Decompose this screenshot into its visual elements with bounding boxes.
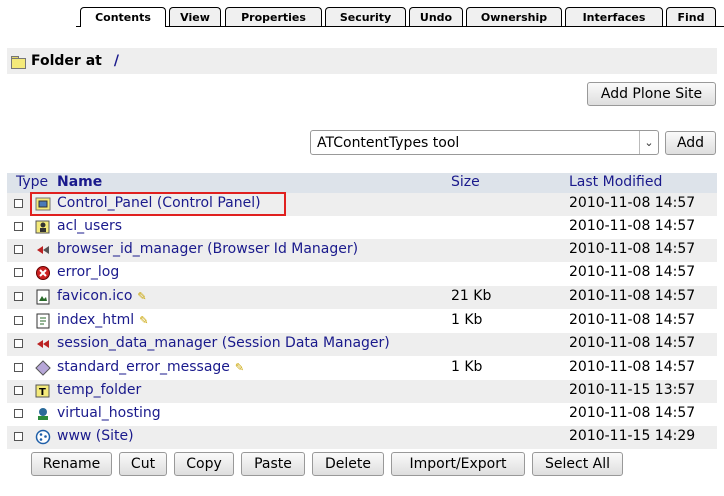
row-name-link[interactable]: virtual_hosting (57, 405, 161, 421)
row-modified: 2010-11-08 14:57 (569, 288, 696, 304)
copy-button[interactable]: Copy (174, 452, 234, 476)
dtml-document-icon (36, 313, 50, 329)
session-manager-icon (37, 340, 49, 348)
table-row: virtual_hosting 2010-11-08 14:57 (7, 403, 717, 426)
dtml-method-icon (35, 360, 51, 376)
row-checkbox[interactable] (14, 339, 23, 348)
add-plone-site-button[interactable]: Add Plone Site (587, 82, 716, 106)
svg-text:T: T (39, 387, 46, 398)
table-row: favicon.ico ✎ 21 Kb 2010-11-08 14:57 (7, 286, 717, 309)
tab-interfaces[interactable]: Interfaces (565, 7, 663, 26)
table-header: Type Name Size Last Modified (7, 173, 717, 193)
row-name-link[interactable]: www (Site) (57, 428, 134, 444)
row-name-link[interactable]: index_html ✎ (57, 312, 148, 328)
row-name-link[interactable]: acl_users (57, 218, 122, 234)
virtual-hosting-icon (38, 408, 48, 420)
row-checkbox[interactable] (14, 222, 23, 231)
row-name-text: standard_error_message (57, 359, 230, 375)
add-type-select[interactable]: ATContentTypes tool ⌄ (310, 130, 659, 155)
row-size: 1 Kb (451, 312, 483, 328)
folder-label: Folder at (31, 53, 102, 69)
row-modified: 2010-11-15 14:29 (569, 428, 696, 444)
row-checkbox[interactable] (14, 199, 23, 208)
row-name-link[interactable]: Control_Panel (Control Panel) (57, 195, 261, 211)
table-row: T temp_folder 2010-11-15 13:57 (7, 380, 717, 403)
row-modified: 2010-11-08 14:57 (569, 335, 696, 351)
id-manager-icon (37, 246, 49, 254)
table-row: standard_error_message ✎ 1 Kb 2010-11-08 … (7, 357, 717, 380)
row-checkbox[interactable] (14, 245, 23, 254)
cut-button[interactable]: Cut (119, 452, 167, 476)
row-modified: 2010-11-08 14:57 (569, 264, 696, 280)
row-modified: 2010-11-08 14:57 (569, 218, 696, 234)
header-type[interactable]: Type (16, 174, 48, 190)
table-row: index_html ✎ 1 Kb 2010-11-08 14:57 (7, 310, 717, 333)
row-name-link[interactable]: browser_id_manager (Browser Id Manager) (57, 241, 358, 257)
header-name[interactable]: Name (57, 174, 102, 190)
row-checkbox[interactable] (14, 268, 23, 277)
row-modified: 2010-11-08 14:57 (569, 405, 696, 421)
rename-button[interactable]: Rename (31, 452, 112, 476)
row-name-text: index_html (57, 312, 135, 328)
row-name-link[interactable]: error_log (57, 264, 119, 280)
row-name-text: favicon.ico (57, 288, 133, 304)
tab-find[interactable]: Find (666, 7, 716, 26)
table-row: browser_id_manager (Browser Id Manager) … (7, 239, 717, 262)
row-name-link[interactable]: favicon.ico ✎ (57, 288, 147, 304)
table-row: session_data_manager (Session Data Manag… (7, 333, 717, 356)
user-folder-icon (35, 220, 50, 234)
error-log-icon (36, 266, 50, 280)
row-size: 1 Kb (451, 359, 483, 375)
table-row: acl_users 2010-11-08 14:57 (7, 216, 717, 239)
tab-baseline (76, 26, 724, 27)
table-row: Control_Panel (Control Panel) 2010-11-08… (7, 193, 717, 216)
row-name-link[interactable]: session_data_manager (Session Data Manag… (57, 335, 390, 351)
select-all-button[interactable]: Select All (532, 452, 623, 476)
tab-security[interactable]: Security (325, 7, 406, 26)
header-last-modified[interactable]: Last Modified (569, 174, 662, 190)
row-checkbox[interactable] (14, 363, 23, 372)
row-modified: 2010-11-08 14:57 (569, 241, 696, 257)
pencil-icon: ✎ (234, 361, 245, 374)
chevron-down-icon: ⌄ (639, 131, 658, 154)
pencil-icon: ✎ (139, 314, 149, 327)
folder-path-link[interactable]: / (114, 53, 119, 69)
temp-folder-icon: T (35, 384, 50, 398)
add-type-select-value: ATContentTypes tool (317, 134, 460, 151)
tab-contents[interactable]: Contents (80, 7, 166, 27)
row-checkbox[interactable] (14, 316, 23, 325)
row-modified: 2010-11-08 14:57 (569, 359, 696, 375)
import-export-button[interactable]: Import/Export (391, 452, 525, 476)
add-button[interactable]: Add (665, 131, 716, 155)
folder-icon (11, 55, 26, 69)
tab-properties[interactable]: Properties (225, 7, 322, 26)
row-checkbox[interactable] (14, 292, 23, 301)
tab-ownership[interactable]: Ownership (466, 7, 562, 26)
pencil-icon: ✎ (137, 290, 147, 303)
paste-button[interactable]: Paste (241, 452, 305, 476)
row-checkbox[interactable] (14, 432, 23, 441)
tab-view[interactable]: View (169, 7, 221, 26)
delete-button[interactable]: Delete (312, 452, 384, 476)
plone-site-icon (35, 429, 51, 445)
folder-bar: Folder at / (7, 48, 717, 74)
row-size: 21 Kb (451, 288, 492, 304)
table-row: error_log 2010-11-08 14:57 (7, 262, 717, 285)
row-modified: 2010-11-15 13:57 (569, 382, 696, 398)
row-modified: 2010-11-08 14:57 (569, 312, 696, 328)
tab-undo[interactable]: Undo (409, 7, 463, 26)
row-checkbox[interactable] (14, 386, 23, 395)
image-icon (36, 289, 50, 305)
row-name-link[interactable]: standard_error_message ✎ (57, 359, 244, 375)
management-tabs: Contents View Properties Security Undo O… (0, 0, 724, 27)
table-row: www (Site) 2010-11-15 14:29 (7, 426, 717, 449)
control-panel-icon (35, 197, 51, 211)
row-modified: 2010-11-08 14:57 (569, 195, 696, 211)
row-name-link[interactable]: temp_folder (57, 382, 141, 398)
row-checkbox[interactable] (14, 409, 23, 418)
header-size[interactable]: Size (451, 174, 480, 190)
